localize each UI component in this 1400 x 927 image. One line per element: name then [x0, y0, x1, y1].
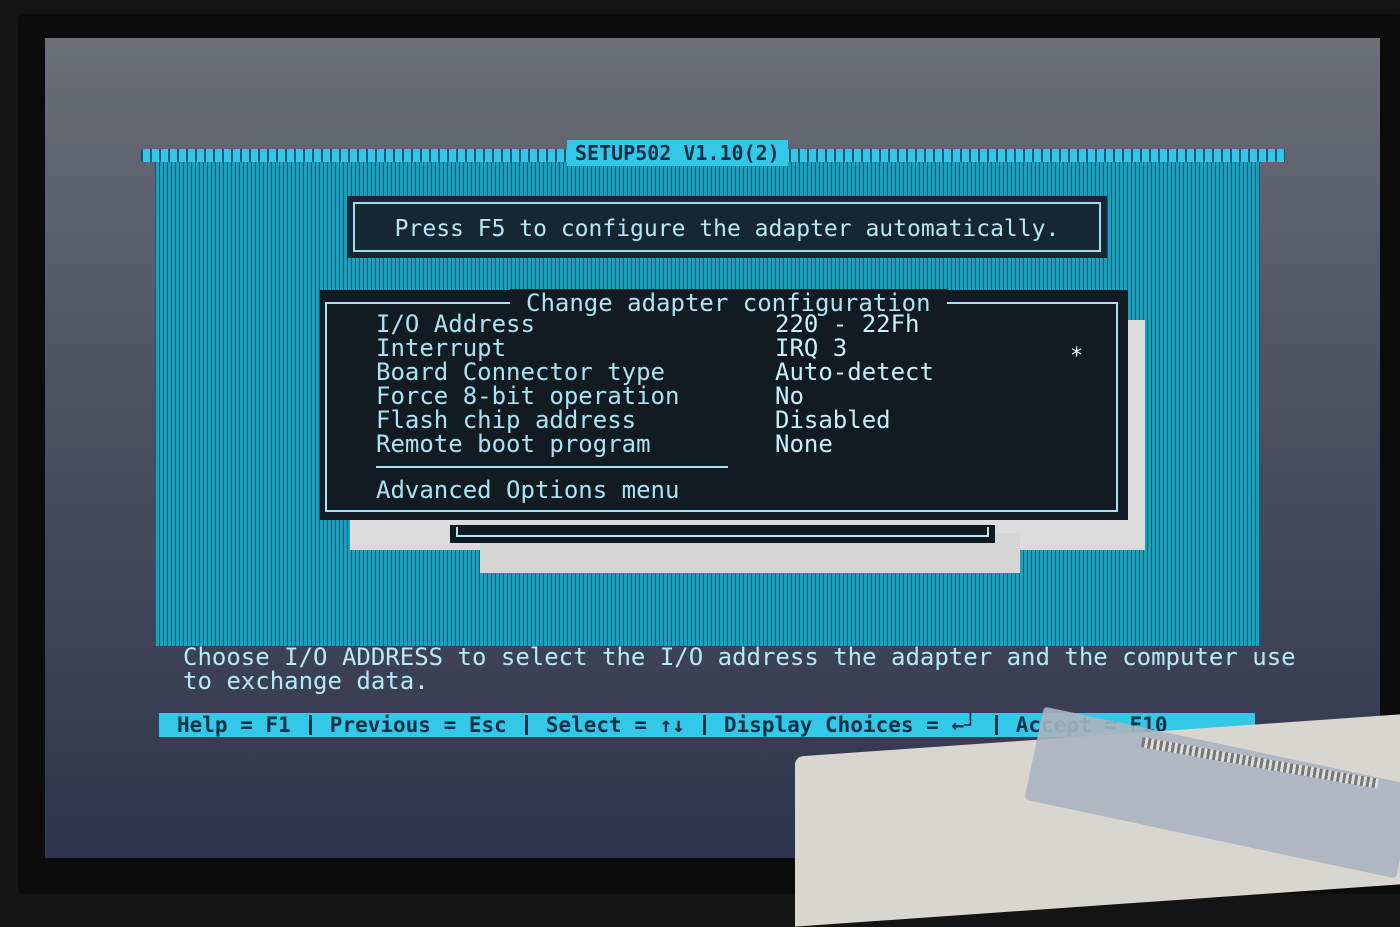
menu-item-advanced-options[interactable]: Advanced Options menu [376, 478, 679, 502]
dialog-lower-frame [450, 525, 995, 543]
auto-config-notice-text: Press F5 to configure the adapter automa… [353, 202, 1101, 252]
value-io-address[interactable]: 220 - 22Fh [775, 312, 920, 336]
display-choices-key[interactable]: Display Choices = ←┘ [706, 713, 995, 737]
auto-config-notice: Press F5 to configure the adapter automa… [347, 196, 1107, 258]
changed-marker: * [1070, 344, 1084, 369]
menu-item-io-address[interactable]: I/O Address [376, 312, 535, 336]
menu-item-flash-chip[interactable]: Flash chip address [376, 408, 636, 432]
config-dialog: Change adapter configuration I/O Address… [320, 289, 1128, 520]
menu-item-force-8bit[interactable]: Force 8-bit operation [376, 384, 679, 408]
value-remote-boot[interactable]: None [775, 432, 833, 456]
select-key[interactable]: Select = ↑↓ [528, 713, 703, 737]
help-text-line-1: Choose I/O ADDRESS to select the I/O add… [183, 643, 1296, 671]
menu-item-interrupt[interactable]: Interrupt [376, 336, 506, 360]
previous-key[interactable]: Previous = Esc [312, 713, 525, 737]
help-text-line-2: to exchange data. [183, 667, 429, 695]
help-key[interactable]: Help = F1 [159, 713, 309, 737]
menu-item-remote-boot[interactable]: Remote boot program [376, 432, 651, 456]
value-board-connector[interactable]: Auto-detect [775, 360, 934, 384]
menu-item-board-connector[interactable]: Board Connector type [376, 360, 665, 384]
value-interrupt[interactable]: IRQ 3 [775, 336, 847, 360]
value-force-8bit[interactable]: No [775, 384, 804, 408]
program-title: SETUP502 V1.10(2) [567, 140, 788, 166]
value-flash-chip[interactable]: Disabled [775, 408, 891, 432]
menu-separator [376, 466, 728, 468]
